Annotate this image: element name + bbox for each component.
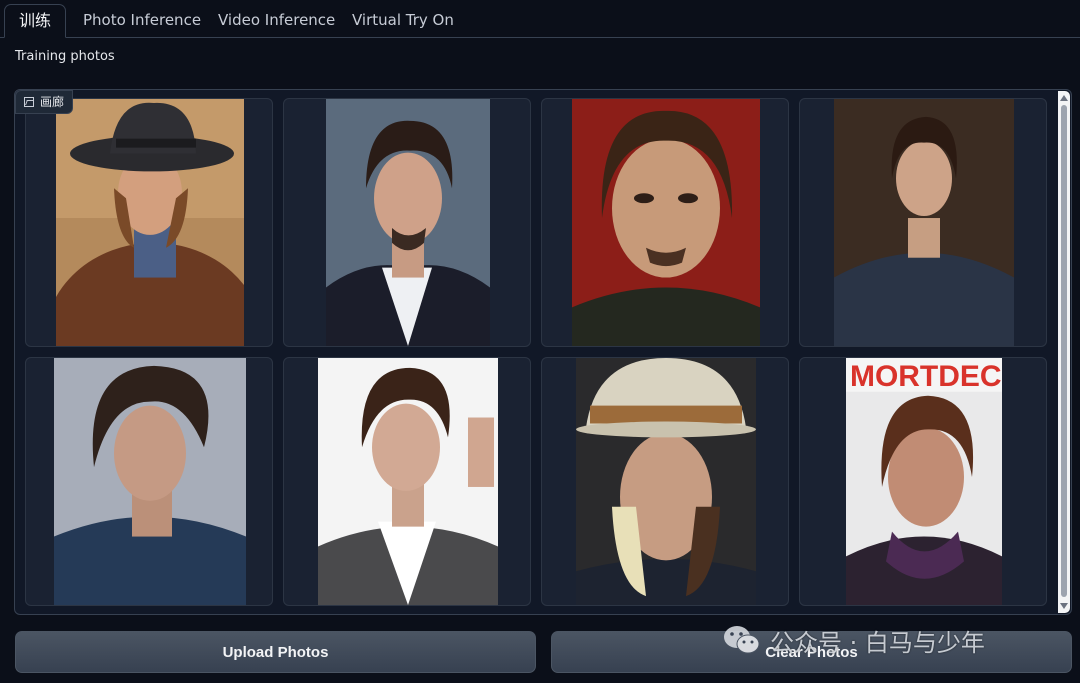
- gallery-thumbnail[interactable]: MORTDEC: [799, 357, 1047, 606]
- tab-training[interactable]: 训练: [4, 4, 67, 38]
- watermark: 公众号 · 白马与少年: [722, 622, 985, 658]
- portrait-photo: [326, 99, 490, 346]
- watermark-text: 公众号 · 白马与少年: [770, 628, 985, 657]
- upload-photos-button[interactable]: Upload Photos: [15, 631, 536, 673]
- image-icon: [24, 97, 34, 107]
- gallery-thumbnail[interactable]: [25, 98, 273, 347]
- scrollbar-thumb[interactable]: [1061, 105, 1067, 597]
- portrait-photo: MORTDEC: [846, 358, 1002, 605]
- portrait-photo: [576, 358, 756, 605]
- gallery-badge: 画廊: [15, 90, 74, 114]
- gallery-scrollbar[interactable]: [1058, 91, 1070, 613]
- photo-gallery: 画廊 MORTDEC: [14, 89, 1072, 615]
- gallery-thumbnail[interactable]: [541, 98, 789, 347]
- tab-photo-inference[interactable]: Photo Inference: [69, 4, 215, 38]
- tab-virtual-try-on[interactable]: Virtual Try On: [338, 4, 468, 38]
- svg-text:MORTDEC: MORTDEC: [850, 360, 1002, 393]
- portrait-photo: [834, 99, 1014, 346]
- tab-bar: 训练 Photo Inference Video Inference Virtu…: [0, 0, 1080, 38]
- portrait-photo: [54, 358, 246, 605]
- gallery-thumbnail[interactable]: [541, 357, 789, 606]
- wechat-icon: [722, 623, 762, 657]
- scroll-up-icon[interactable]: [1060, 95, 1068, 101]
- gallery-badge-label: 画廊: [40, 95, 65, 109]
- training-photos-label: Training photos: [15, 49, 115, 64]
- portrait-photo: [318, 358, 498, 605]
- scroll-down-icon[interactable]: [1060, 603, 1068, 609]
- gallery-thumbnail[interactable]: [283, 357, 531, 606]
- gallery-thumbnail[interactable]: [799, 98, 1047, 347]
- gallery-thumbnail[interactable]: [25, 357, 273, 606]
- tab-video-inference[interactable]: Video Inference: [204, 4, 349, 38]
- gallery-thumbnail[interactable]: [283, 98, 531, 347]
- portrait-photo: [572, 99, 760, 346]
- portrait-photo: [56, 99, 244, 346]
